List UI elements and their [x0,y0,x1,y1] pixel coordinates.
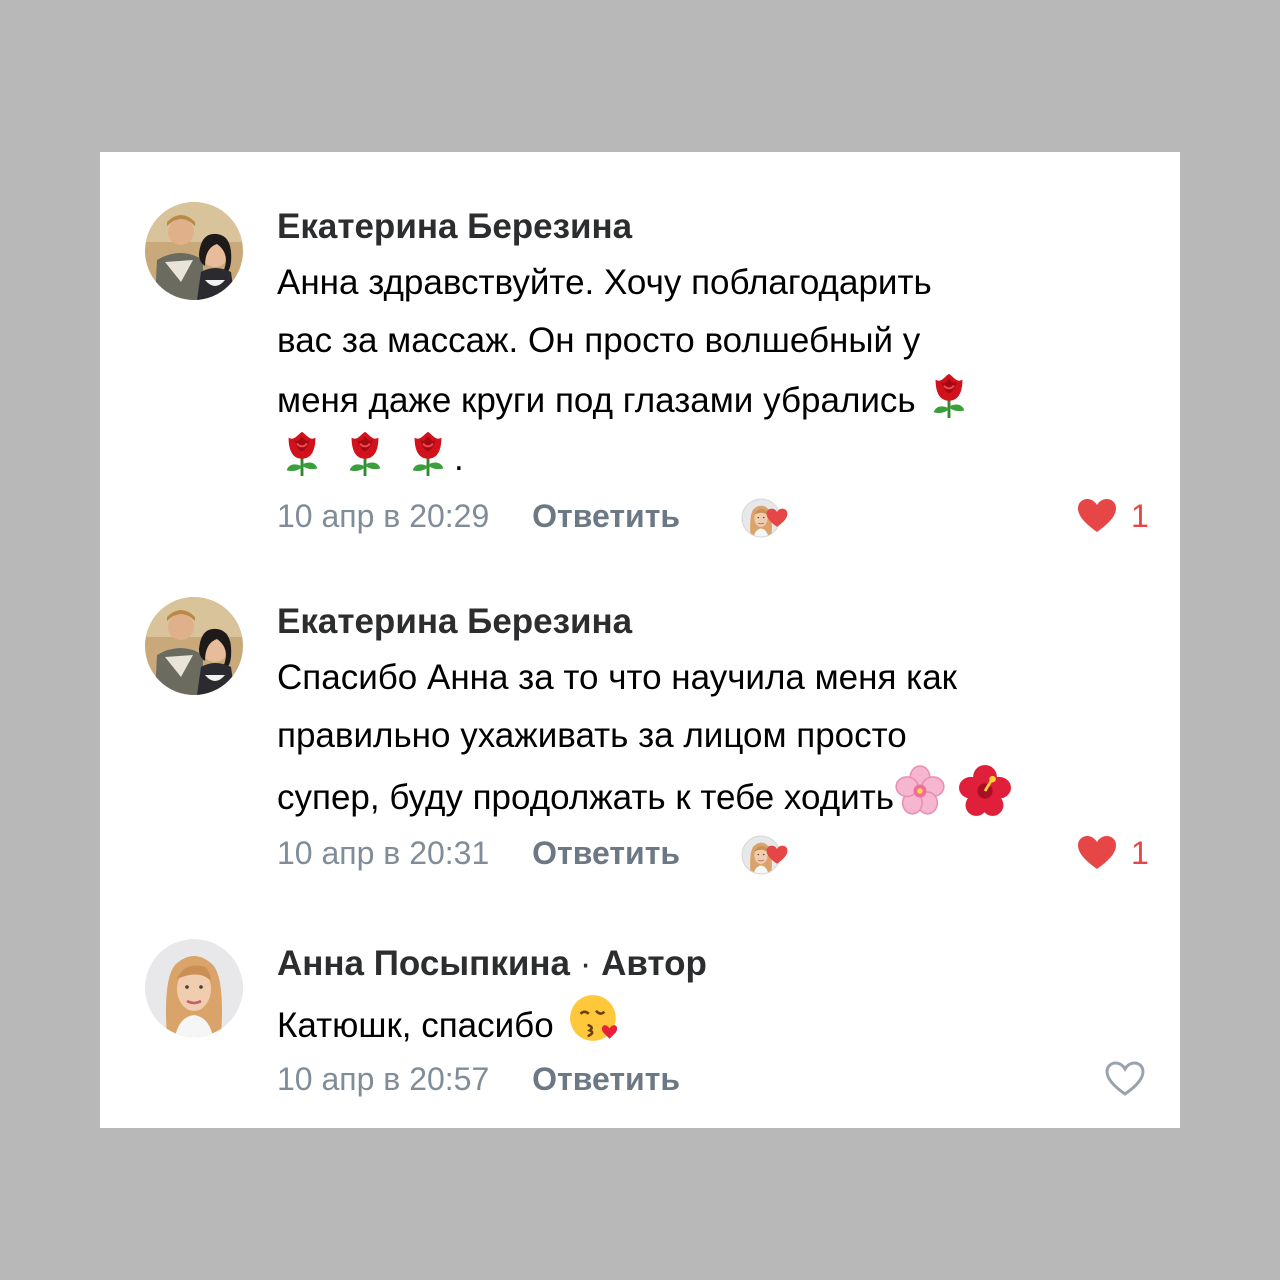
rose-icon [926,370,972,420]
avatar[interactable] [145,202,243,300]
heart-outline-icon [1105,1061,1145,1097]
comment-text-line: . [454,439,464,478]
comment-author-row: Анна Посыпкина · Автор [277,939,1147,989]
comment-text-line: меня даже круги под глазами убрались [277,381,916,420]
comment-text-line: Анна здравствуйте. Хочу поблагодарить [277,263,932,302]
comment-body: Екатерина Березина Спасибо Анна за то чт… [277,597,1149,877]
comment-text: Спасибо Анна за то что научила меня как … [277,649,1147,823]
like-button[interactable] [1105,1055,1145,1103]
reply-button[interactable]: Ответить [532,1055,680,1103]
reply-button[interactable]: Ответить [532,829,680,877]
comment-meta: 10 апр в 20:31 Ответить 1 [277,829,1149,877]
comment-text: Катюшк, спасибо [277,991,1147,1049]
cherry-blossom-icon [894,765,946,817]
author-tag: Автор [601,944,707,983]
heart-icon [1077,498,1117,534]
comment-author[interactable]: Екатерина Березина [277,202,1147,252]
rose-icon [342,428,388,478]
comment-author[interactable]: Екатерина Березина [277,597,1147,647]
comment-body: Екатерина Березина Анна здравствуйте. Хо… [277,202,1149,540]
comment-meta: 10 апр в 20:57 Ответить [277,1055,1147,1103]
kissing-face-icon [568,991,622,1045]
like-button[interactable]: 1 [1077,492,1149,540]
comment-meta: 10 апр в 20:29 Ответить 1 [277,492,1149,540]
reply-button[interactable]: Ответить [532,492,680,540]
comment-text-line-wrap: Катюшк, спасибо [277,991,1147,1049]
comment-text-line-wrap: супер, буду продолжать к тебе ходить [277,765,1147,823]
author-liked-badge[interactable] [739,833,799,877]
comments-card: Екатерина Березина Анна здравствуйте. Хо… [100,152,1180,1128]
comment-date[interactable]: 10 апр в 20:57 [277,1055,489,1103]
comment-text-line-wrap: . [277,428,1147,486]
avatar[interactable] [145,597,243,695]
comment-text: Анна здравствуйте. Хочу поблагодарить ва… [277,254,1147,486]
author-liked-badge[interactable] [739,496,799,540]
author-separator: · [579,944,592,983]
comment-date[interactable]: 10 апр в 20:29 [277,492,489,540]
rose-icon [279,428,325,478]
hibiscus-icon [959,765,1011,817]
comment-author[interactable]: Анна Посыпкина [277,944,570,983]
comment-text-line: Спасибо Анна за то что научила меня как [277,658,957,697]
comment-text-line-wrap: меня даже круги под глазами убрались [277,370,1147,428]
comment-text-line: Катюшк, спасибо [277,1006,554,1045]
like-button[interactable]: 1 [1077,829,1149,877]
heart-icon [1077,835,1117,871]
comment-text-line: супер, буду продолжать к тебе ходить [277,778,894,817]
comment-date[interactable]: 10 апр в 20:31 [277,829,489,877]
rose-icon [405,428,451,478]
comment-text-line: правильно ухаживать за лицом просто [277,716,907,755]
avatar[interactable] [145,939,243,1037]
comment-text-line: вас за массаж. Он просто волшебный у [277,321,921,360]
like-count: 1 [1131,835,1149,871]
comment-body: Анна Посыпкина · Автор Катюшк, спасибо 1… [277,939,1147,1103]
like-count: 1 [1131,498,1149,534]
